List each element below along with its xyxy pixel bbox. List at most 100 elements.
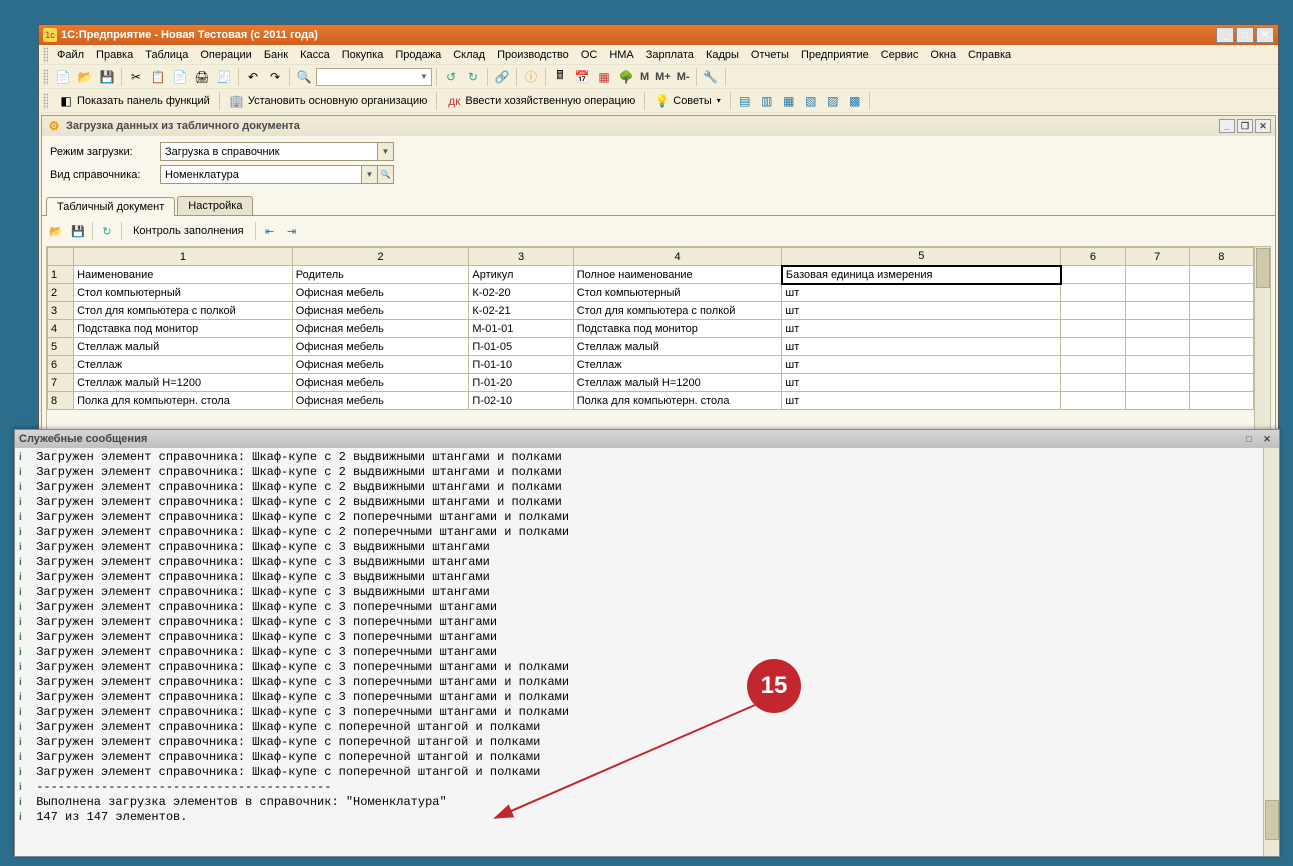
cell[interactable]: Стеллаж: [74, 356, 293, 374]
cell[interactable]: [1189, 374, 1253, 392]
cell[interactable]: Офисная мебель: [292, 302, 469, 320]
menu-production[interactable]: Производство: [491, 47, 575, 63]
toolbar-icon-4[interactable]: ▧: [801, 91, 821, 111]
log-line[interactable]: i Загружен элемент справочника: Шкаф-куп…: [19, 600, 1275, 615]
menu-nma[interactable]: НМА: [603, 47, 639, 63]
import-icon[interactable]: ⇤: [260, 221, 280, 241]
cut-icon[interactable]: ✂: [126, 67, 146, 87]
cell[interactable]: Стол компьютерный: [74, 284, 293, 302]
log-line[interactable]: i Загружен элемент справочника: Шкаф-куп…: [19, 765, 1275, 780]
cell[interactable]: П-01-10: [469, 356, 573, 374]
subwindow-titlebar[interactable]: ⚙ Загрузка данных из табличного документ…: [42, 116, 1275, 136]
log-close-button[interactable]: ✕: [1259, 432, 1275, 446]
cell[interactable]: [1125, 266, 1189, 284]
log-pin-button[interactable]: □: [1241, 432, 1257, 446]
redo-icon[interactable]: ↷: [265, 67, 285, 87]
col-header[interactable]: 2: [292, 248, 469, 266]
menu-bank[interactable]: Банк: [258, 47, 294, 63]
row-num[interactable]: 3: [48, 302, 74, 320]
m-minus-icon[interactable]: M-: [675, 71, 692, 83]
row-num[interactable]: 7: [48, 374, 74, 392]
menu-sale[interactable]: Продажа: [389, 47, 447, 63]
cell[interactable]: Стол компьютерный: [573, 284, 782, 302]
cell[interactable]: Офисная мебель: [292, 338, 469, 356]
cell[interactable]: [1061, 302, 1125, 320]
cell[interactable]: [1061, 320, 1125, 338]
log-line[interactable]: i 147 из 147 элементов.: [19, 810, 1275, 825]
table-row[interactable]: 3Стол для компьютера с полкойОфисная меб…: [48, 302, 1254, 320]
mode-select[interactable]: Загрузка в справочник ▼: [160, 142, 394, 161]
new-file-icon[interactable]: 📄: [53, 67, 73, 87]
close-button[interactable]: ✕: [1256, 27, 1274, 43]
cell[interactable]: шт: [782, 374, 1061, 392]
cell[interactable]: П-01-05: [469, 338, 573, 356]
cell[interactable]: Наименование: [74, 266, 293, 284]
menu-personnel[interactable]: Кадры: [700, 47, 745, 63]
cell[interactable]: [1125, 302, 1189, 320]
log-line[interactable]: i Загружен элемент справочника: Шкаф-куп…: [19, 450, 1275, 465]
data-grid[interactable]: 1 2 3 4 5 6 7 8 1 Наименование Родитель …: [47, 247, 1254, 410]
cell[interactable]: Полное наименование: [573, 266, 782, 284]
calc-icon[interactable]: 🖩: [550, 67, 570, 87]
toolbar-icon-1[interactable]: ▤: [735, 91, 755, 111]
cell[interactable]: Родитель: [292, 266, 469, 284]
menu-enterprise[interactable]: Предприятие: [795, 47, 875, 63]
sub-maximize-button[interactable]: ❐: [1237, 119, 1253, 133]
log-body[interactable]: i Загружен элемент справочника: Шкаф-куп…: [15, 448, 1279, 856]
col-header[interactable]: 1: [74, 248, 293, 266]
col-header[interactable]: 5: [782, 248, 1061, 266]
cell[interactable]: П-01-20: [469, 374, 573, 392]
cell[interactable]: [1125, 284, 1189, 302]
maximize-button[interactable]: □: [1236, 27, 1254, 43]
scrollbar-thumb[interactable]: [1256, 248, 1270, 288]
tree-icon[interactable]: 🌳: [616, 67, 636, 87]
cell-selected[interactable]: Базовая единица измерения: [782, 266, 1061, 284]
m-icon[interactable]: M: [638, 71, 651, 83]
show-panel-button[interactable]: ◧ Показать панель функций: [53, 91, 215, 111]
log-line[interactable]: i Загружен элемент справочника: Шкаф-куп…: [19, 735, 1275, 750]
cell[interactable]: Стол для компьютера с полкой: [74, 302, 293, 320]
cell[interactable]: Офисная мебель: [292, 356, 469, 374]
cell[interactable]: [1061, 392, 1125, 410]
cell[interactable]: шт: [782, 356, 1061, 374]
grip-icon[interactable]: [43, 47, 48, 63]
cell[interactable]: [1125, 320, 1189, 338]
cell[interactable]: Полка для компьютерн. стола: [74, 392, 293, 410]
link-icon[interactable]: 🔗: [492, 67, 512, 87]
cell[interactable]: [1189, 338, 1253, 356]
cell[interactable]: [1061, 374, 1125, 392]
cell[interactable]: [1189, 302, 1253, 320]
cell[interactable]: Стеллаж: [573, 356, 782, 374]
log-line[interactable]: i Загружен элемент справочника: Шкаф-куп…: [19, 630, 1275, 645]
corner-cell[interactable]: [48, 248, 74, 266]
refresh-icon[interactable]: ↻: [97, 221, 117, 241]
ref-select[interactable]: Номенклатура ▼ 🔍: [160, 165, 394, 184]
cell[interactable]: Подставка под монитор: [573, 320, 782, 338]
table-row[interactable]: 4Подставка под мониторОфисная мебельМ-01…: [48, 320, 1254, 338]
menu-windows[interactable]: Окна: [924, 47, 962, 63]
cell[interactable]: Офисная мебель: [292, 374, 469, 392]
cell[interactable]: [1125, 338, 1189, 356]
save-icon[interactable]: 💾: [97, 67, 117, 87]
minimize-button[interactable]: _: [1216, 27, 1234, 43]
copy-icon[interactable]: 📋: [148, 67, 168, 87]
cell[interactable]: К-02-20: [469, 284, 573, 302]
log-line[interactable]: i Загружен элемент справочника: Шкаф-куп…: [19, 540, 1275, 555]
table-row[interactable]: 5Стеллаж малыйОфисная мебельП-01-05Стелл…: [48, 338, 1254, 356]
cell[interactable]: К-02-21: [469, 302, 573, 320]
cell[interactable]: Подставка под монитор: [74, 320, 293, 338]
grid-icon[interactable]: ▦: [594, 67, 614, 87]
open-file-icon[interactable]: 📂: [75, 67, 95, 87]
menu-reports[interactable]: Отчеты: [745, 47, 795, 63]
info-icon[interactable]: ⓘ: [521, 67, 541, 87]
cell[interactable]: Стеллаж малый Н=1200: [74, 374, 293, 392]
log-line[interactable]: i Загружен элемент справочника: Шкаф-куп…: [19, 675, 1275, 690]
col-header[interactable]: 6: [1061, 248, 1125, 266]
log-line[interactable]: i --------------------------------------…: [19, 780, 1275, 795]
scrollbar-thumb[interactable]: [1265, 800, 1279, 840]
toolbar-icon-3[interactable]: ▦: [779, 91, 799, 111]
document-icon[interactable]: 🧾: [214, 67, 234, 87]
log-scrollbar[interactable]: [1263, 448, 1279, 856]
grip-icon[interactable]: [43, 69, 48, 85]
cell[interactable]: Полка для компьютерн. стола: [573, 392, 782, 410]
